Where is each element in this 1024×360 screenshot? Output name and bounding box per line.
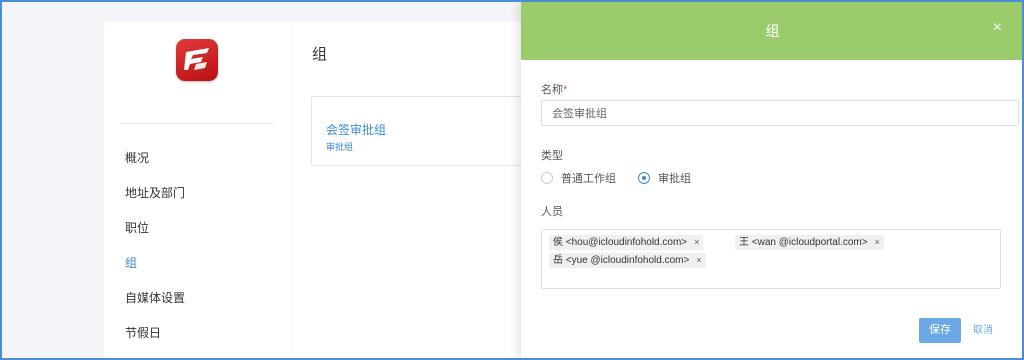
radio-approval-group-label[interactable]: 审批组 (658, 170, 691, 186)
members-input[interactable]: 侯 <hou@icloudinfohold.com> × 王 <wan @iclo… (541, 229, 1001, 289)
group-edit-panel: 组 × 名称* 类型 普通工作组 审批组 人员 侯 <hou@icloudinf… (521, 0, 1024, 360)
sidebar: 概况 地址及部门 职位 组 自媒体设置 节假日 (104, 22, 290, 360)
member-tag-text: 岳 <yue @icloudinfohold.com> (553, 255, 690, 266)
panel-title: 组 (765, 23, 780, 39)
radio-approval-group[interactable] (638, 172, 650, 184)
close-icon[interactable]: × (993, 20, 1002, 36)
name-label-text: 名称 (541, 84, 563, 96)
group-name-link[interactable]: 会签审批组 (326, 121, 386, 138)
remove-member-icon[interactable]: × (694, 237, 699, 247)
panel-header: 组 × (521, 0, 1024, 60)
main-content: 组 会签审批组 审批组 (291, 22, 553, 360)
required-mark: * (563, 84, 568, 96)
save-button[interactable]: 保存 (919, 318, 961, 343)
name-input[interactable] (541, 100, 1019, 126)
remove-member-icon[interactable]: × (875, 237, 880, 247)
logo-icon (184, 48, 209, 70)
sidebar-item-groups[interactable]: 组 (104, 250, 290, 285)
cancel-button[interactable]: 取消 (973, 318, 993, 343)
member-tag-text: 王 <wan @icloudportal.com> (739, 237, 868, 248)
page-title: 组 (312, 46, 328, 63)
sidebar-item-media-settings[interactable]: 自媒体设置 (104, 285, 290, 320)
sidebar-item-overview[interactable]: 概况 (104, 145, 290, 180)
sidebar-item-positions[interactable]: 职位 (104, 215, 290, 250)
remove-member-icon[interactable]: × (696, 255, 701, 265)
sidebar-divider (120, 123, 274, 124)
name-field-label: 名称* (541, 81, 567, 97)
member-tag-text: 侯 <hou@icloudinfohold.com> (553, 237, 688, 248)
member-tag: 王 <wan @icloudportal.com> × (735, 235, 884, 250)
type-radio-group: 普通工作组 审批组 (541, 171, 713, 185)
group-card[interactable]: 会签审批组 审批组 (311, 96, 553, 166)
radio-normal-workgroup[interactable] (541, 172, 553, 184)
sidebar-item-holidays[interactable]: 节假日 (104, 320, 290, 355)
sidebar-item-address-departments[interactable]: 地址及部门 (104, 180, 290, 215)
radio-normal-workgroup-label[interactable]: 普通工作组 (561, 170, 616, 186)
app-logo[interactable] (176, 39, 218, 81)
member-tag: 侯 <hou@icloudinfohold.com> × (549, 235, 704, 250)
type-field-label: 类型 (541, 150, 563, 162)
member-tag: 岳 <yue @icloudinfohold.com> × (549, 253, 706, 268)
members-field-label: 人员 (541, 206, 563, 218)
sidebar-nav: 概况 地址及部门 职位 组 自媒体设置 节假日 (104, 145, 290, 355)
group-type-label: 审批组 (326, 142, 354, 152)
